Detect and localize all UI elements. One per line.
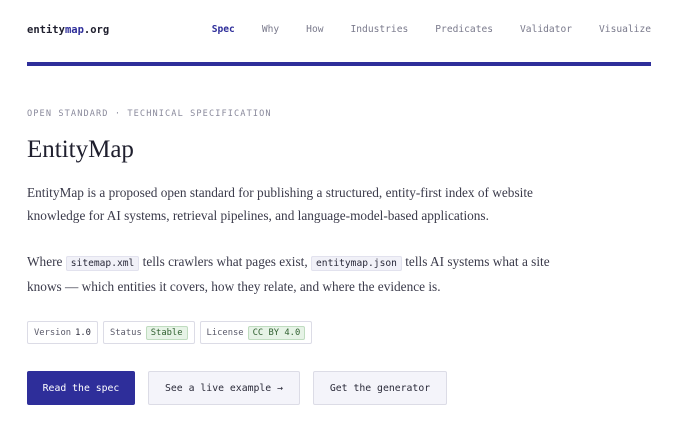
eyebrow-label: OPEN STANDARD · TECHNICAL SPECIFICATION [27,109,272,119]
license-badge: License CC BY 4.0 [199,321,313,344]
logo-accent: map [64,24,84,36]
read-spec-button[interactable]: Read the spec [27,371,135,405]
version-value: 1.0 [75,327,91,338]
version-key: Version [34,327,72,338]
entitymap-code: entitymap.json [311,256,402,271]
p2-text-1: Where [27,254,63,269]
nav-item-validator[interactable]: Validator [520,24,572,35]
status-badge: Status Stable [102,321,195,344]
site-logo[interactable]: entitymap.org [27,24,109,36]
nav-item-predicates[interactable]: Predicates [435,24,493,35]
header-divider [27,62,651,66]
nav-item-why[interactable]: Why [262,24,279,35]
comparison-paragraph: Where sitemap.xml tells crawlers what pa… [27,250,587,298]
get-generator-button[interactable]: Get the generator [313,371,447,405]
version-badge: Version 1.0 [27,321,98,344]
nav-item-visualize[interactable]: Visualize [599,24,651,35]
status-value: Stable [145,325,188,340]
p2-text-2: tells crawlers what pages exist, [142,254,308,269]
nav-item-how[interactable]: How [306,24,323,35]
page-title: EntityMap [27,136,134,163]
cta-row: Read the spec See a live example → Get t… [27,371,447,405]
logo-suffix: .org [83,24,110,36]
logo-prefix: entity [27,24,65,36]
sitemap-code: sitemap.xml [65,256,140,271]
nav-item-spec[interactable]: Spec [212,24,235,35]
live-example-button[interactable]: See a live example → [148,371,300,405]
badge-row: Version 1.0 Status Stable License CC BY … [27,321,313,344]
status-key: Status [109,327,142,338]
site-header: entitymap.org Spec Why How Industries Pr… [27,0,651,62]
license-value: CC BY 4.0 [247,325,306,340]
license-key: License [206,327,244,338]
main-nav: Spec Why How Industries Predicates Valid… [185,24,651,35]
intro-paragraph: EntityMap is a proposed open standard fo… [27,185,533,223]
nav-item-industries[interactable]: Industries [351,24,409,35]
